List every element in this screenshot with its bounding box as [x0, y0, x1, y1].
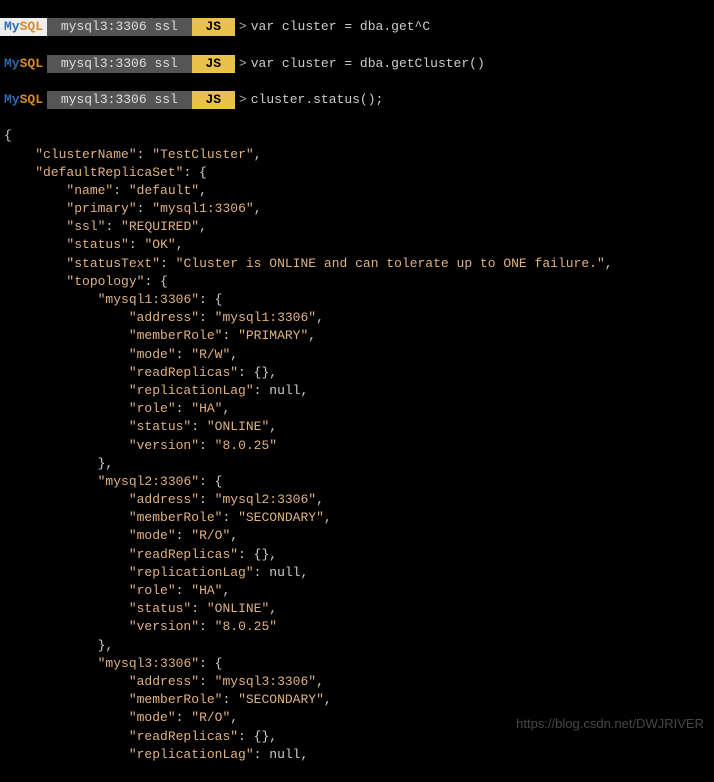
mysql-badge: MySQL: [0, 91, 47, 109]
prompt-line[interactable]: MySQL mysql3:3306 ssl JS >cluster.status…: [0, 91, 714, 109]
prompt-line[interactable]: MySQL mysql3:3306 ssl JS >var cluster = …: [0, 18, 714, 36]
mysql-badge: MySQL: [0, 18, 47, 36]
host-badge: mysql3:3306 ssl: [47, 18, 192, 36]
prompt-symbol: >: [235, 91, 251, 109]
mysql-badge: MySQL: [0, 55, 47, 73]
command-text: var cluster = dba.get^C: [251, 18, 430, 36]
command-text: var cluster = dba.getCluster(): [251, 55, 485, 73]
terminal-output: MySQL mysql3:3306 ssl JS >var cluster = …: [0, 0, 714, 782]
prompt-line[interactable]: MySQL mysql3:3306 ssl JS >var cluster = …: [0, 55, 714, 73]
prompt-symbol: >: [235, 55, 251, 73]
lang-badge: JS: [192, 18, 235, 36]
host-badge: mysql3:3306 ssl: [47, 55, 192, 73]
command-text: cluster.status();: [251, 91, 384, 109]
prompt-symbol: >: [235, 18, 251, 36]
host-badge: mysql3:3306 ssl: [47, 91, 192, 109]
watermark-text: https://blog.csdn.net/DWJRIVER: [516, 715, 704, 733]
lang-badge: JS: [192, 55, 235, 73]
json-output: { "clusterName": "TestCluster", "default…: [0, 127, 714, 764]
lang-badge: JS: [192, 91, 235, 109]
